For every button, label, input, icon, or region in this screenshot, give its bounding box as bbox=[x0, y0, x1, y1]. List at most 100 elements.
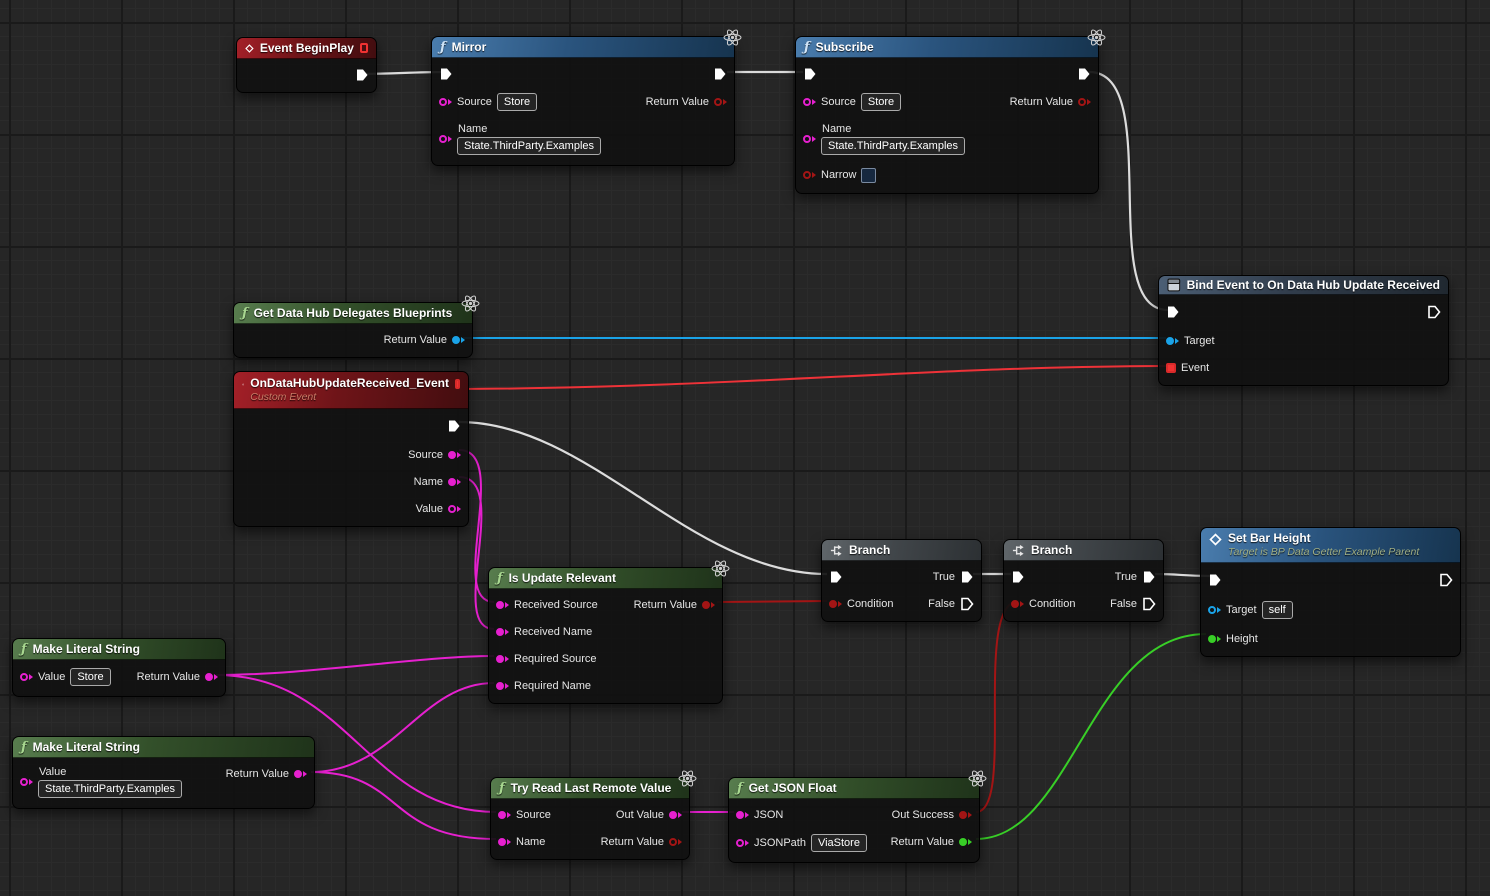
exec-out-pin[interactable] bbox=[1427, 305, 1441, 319]
wire-float-returnvalue-height[interactable] bbox=[976, 634, 1206, 839]
return-value-pin[interactable] bbox=[669, 838, 682, 846]
wire-string-store-requiredsource[interactable] bbox=[216, 656, 494, 675]
received-name-pin[interactable] bbox=[496, 628, 509, 636]
exec-out-pin[interactable] bbox=[713, 67, 727, 81]
pin-label: Return Value bbox=[601, 836, 664, 848]
node-mirror[interactable]: ƒ Mirror Source Store Name State.ThirdPa… bbox=[431, 36, 735, 166]
delegate-pin[interactable] bbox=[360, 43, 368, 53]
wire-exec-subscribe-bindevent[interactable] bbox=[1089, 72, 1168, 310]
delegate-pin[interactable] bbox=[455, 379, 460, 389]
node-branch-2[interactable]: Branch Condition True False bbox=[1003, 539, 1164, 622]
node-bind-event[interactable]: Bind Event to On Data Hub Update Receive… bbox=[1158, 275, 1449, 386]
json-pin[interactable] bbox=[736, 811, 749, 819]
exec-in-pin[interactable] bbox=[1166, 305, 1180, 319]
return-value-pin[interactable] bbox=[702, 601, 715, 609]
true-exec-pin[interactable] bbox=[1142, 570, 1156, 584]
node-title: Branch bbox=[1031, 543, 1072, 557]
jsonpath-pin[interactable] bbox=[736, 839, 749, 847]
name-pin[interactable] bbox=[439, 135, 452, 143]
node-get-data-hub-delegates[interactable]: ƒ Get Data Hub Delegates Blueprints Retu… bbox=[233, 302, 473, 358]
node-subscribe[interactable]: ƒ Subscribe Source Store Name State.Thir… bbox=[795, 36, 1099, 194]
condition-pin[interactable] bbox=[829, 600, 842, 608]
event-diamond-icon bbox=[1209, 533, 1222, 546]
exec-in-pin[interactable] bbox=[439, 67, 453, 81]
exec-out-pin[interactable] bbox=[355, 68, 369, 82]
received-source-pin[interactable] bbox=[496, 601, 509, 609]
source-value-field[interactable]: Store bbox=[497, 93, 537, 111]
node-get-json-float[interactable]: ƒ Get JSON Float JSON JSONPath ViaStore … bbox=[728, 777, 980, 863]
pin-label: Event bbox=[1181, 362, 1209, 374]
return-value-pin[interactable] bbox=[294, 770, 307, 778]
pin-label: Name bbox=[516, 836, 545, 848]
exec-in-pin[interactable] bbox=[1208, 573, 1222, 587]
source-pin[interactable] bbox=[439, 98, 452, 106]
event-delegate-pin[interactable] bbox=[1166, 363, 1176, 373]
node-custom-event[interactable]: OnDataHubUpdateReceived_Event Custom Eve… bbox=[233, 371, 469, 527]
value-pin[interactable] bbox=[20, 673, 33, 681]
wire-delegate-customevent-bindevent[interactable] bbox=[458, 366, 1166, 389]
function-icon: ƒ bbox=[242, 307, 248, 320]
node-event-beginplay[interactable]: Event BeginPlay bbox=[236, 37, 377, 93]
condition-pin[interactable] bbox=[1011, 600, 1024, 608]
narrow-pin[interactable] bbox=[803, 171, 816, 179]
pin-label: True bbox=[933, 571, 955, 583]
name-value-field[interactable]: State.ThirdParty.Examples bbox=[457, 137, 601, 155]
exec-out-pin[interactable] bbox=[1439, 573, 1453, 587]
event-diamond-icon bbox=[245, 42, 254, 55]
return-value-pin[interactable] bbox=[1078, 98, 1091, 106]
node-make-literal-string-2[interactable]: ƒ Make Literal String Value State.ThirdP… bbox=[12, 736, 315, 809]
function-badge-icon bbox=[711, 559, 730, 578]
name-pin[interactable] bbox=[803, 135, 816, 143]
target-pin[interactable] bbox=[1166, 337, 1179, 345]
return-value-pin[interactable] bbox=[959, 838, 972, 846]
true-exec-pin[interactable] bbox=[960, 570, 974, 584]
exec-in-pin[interactable] bbox=[1011, 570, 1025, 584]
pin-label: JSON bbox=[754, 809, 783, 821]
node-set-bar-height[interactable]: Set Bar Height Target is BP Data Getter … bbox=[1200, 527, 1461, 657]
source-pin[interactable] bbox=[803, 98, 816, 106]
jsonpath-value-field[interactable]: ViaStore bbox=[811, 834, 867, 852]
node-is-update-relevant[interactable]: ƒ Is Update Relevant Received Source Rec… bbox=[488, 567, 723, 704]
pin-label: JSONPath bbox=[754, 837, 806, 849]
wire-bool-isrelevant-branch1[interactable] bbox=[717, 601, 827, 602]
return-value-pin[interactable] bbox=[452, 336, 465, 344]
exec-in-pin[interactable] bbox=[829, 570, 843, 584]
exec-in-pin[interactable] bbox=[803, 67, 817, 81]
pin-label: Out Success bbox=[892, 809, 954, 821]
false-exec-pin[interactable] bbox=[1142, 597, 1156, 611]
value-field[interactable]: State.ThirdParty.Examples bbox=[38, 780, 182, 798]
exec-out-pin[interactable] bbox=[447, 419, 461, 433]
out-success-pin[interactable] bbox=[959, 811, 972, 819]
name-value-field[interactable]: State.ThirdParty.Examples bbox=[821, 137, 965, 155]
name-pin[interactable] bbox=[498, 838, 511, 846]
node-make-literal-string-1[interactable]: ƒ Make Literal String Value Store Return… bbox=[12, 638, 226, 697]
function-badge-icon bbox=[968, 769, 987, 788]
pin-label: Target bbox=[1226, 604, 1257, 616]
out-value-pin[interactable] bbox=[669, 811, 682, 819]
value-out-pin[interactable] bbox=[448, 505, 461, 513]
pin-label: Target bbox=[1184, 335, 1215, 347]
target-pin[interactable] bbox=[1208, 606, 1221, 614]
source-value-field[interactable]: Store bbox=[861, 93, 901, 111]
wire-string-examples-requiredname[interactable] bbox=[311, 683, 494, 772]
return-value-pin[interactable] bbox=[205, 673, 218, 681]
source-pin[interactable] bbox=[498, 811, 511, 819]
value-field[interactable]: Store bbox=[70, 668, 110, 686]
exec-out-pin[interactable] bbox=[1077, 67, 1091, 81]
node-header: Event BeginPlay bbox=[237, 38, 376, 59]
required-name-pin[interactable] bbox=[496, 682, 509, 690]
wire-exec-customevent-branch1[interactable] bbox=[459, 422, 827, 574]
value-pin[interactable] bbox=[20, 778, 33, 786]
name-out-pin[interactable] bbox=[448, 478, 461, 486]
node-title: Branch bbox=[849, 543, 890, 557]
graph-canvas[interactable]: Event BeginPlay ƒ Mirror Source Store Na… bbox=[0, 0, 1490, 896]
node-try-read-last-remote-value[interactable]: ƒ Try Read Last Remote Value Source Name… bbox=[490, 777, 690, 860]
source-out-pin[interactable] bbox=[448, 451, 461, 459]
false-exec-pin[interactable] bbox=[960, 597, 974, 611]
narrow-checkbox[interactable] bbox=[861, 168, 876, 183]
target-value-field[interactable]: self bbox=[1262, 601, 1293, 619]
required-source-pin[interactable] bbox=[496, 655, 509, 663]
node-branch-1[interactable]: Branch Condition True False bbox=[821, 539, 982, 622]
return-value-pin[interactable] bbox=[714, 98, 727, 106]
height-pin[interactable] bbox=[1208, 635, 1221, 643]
